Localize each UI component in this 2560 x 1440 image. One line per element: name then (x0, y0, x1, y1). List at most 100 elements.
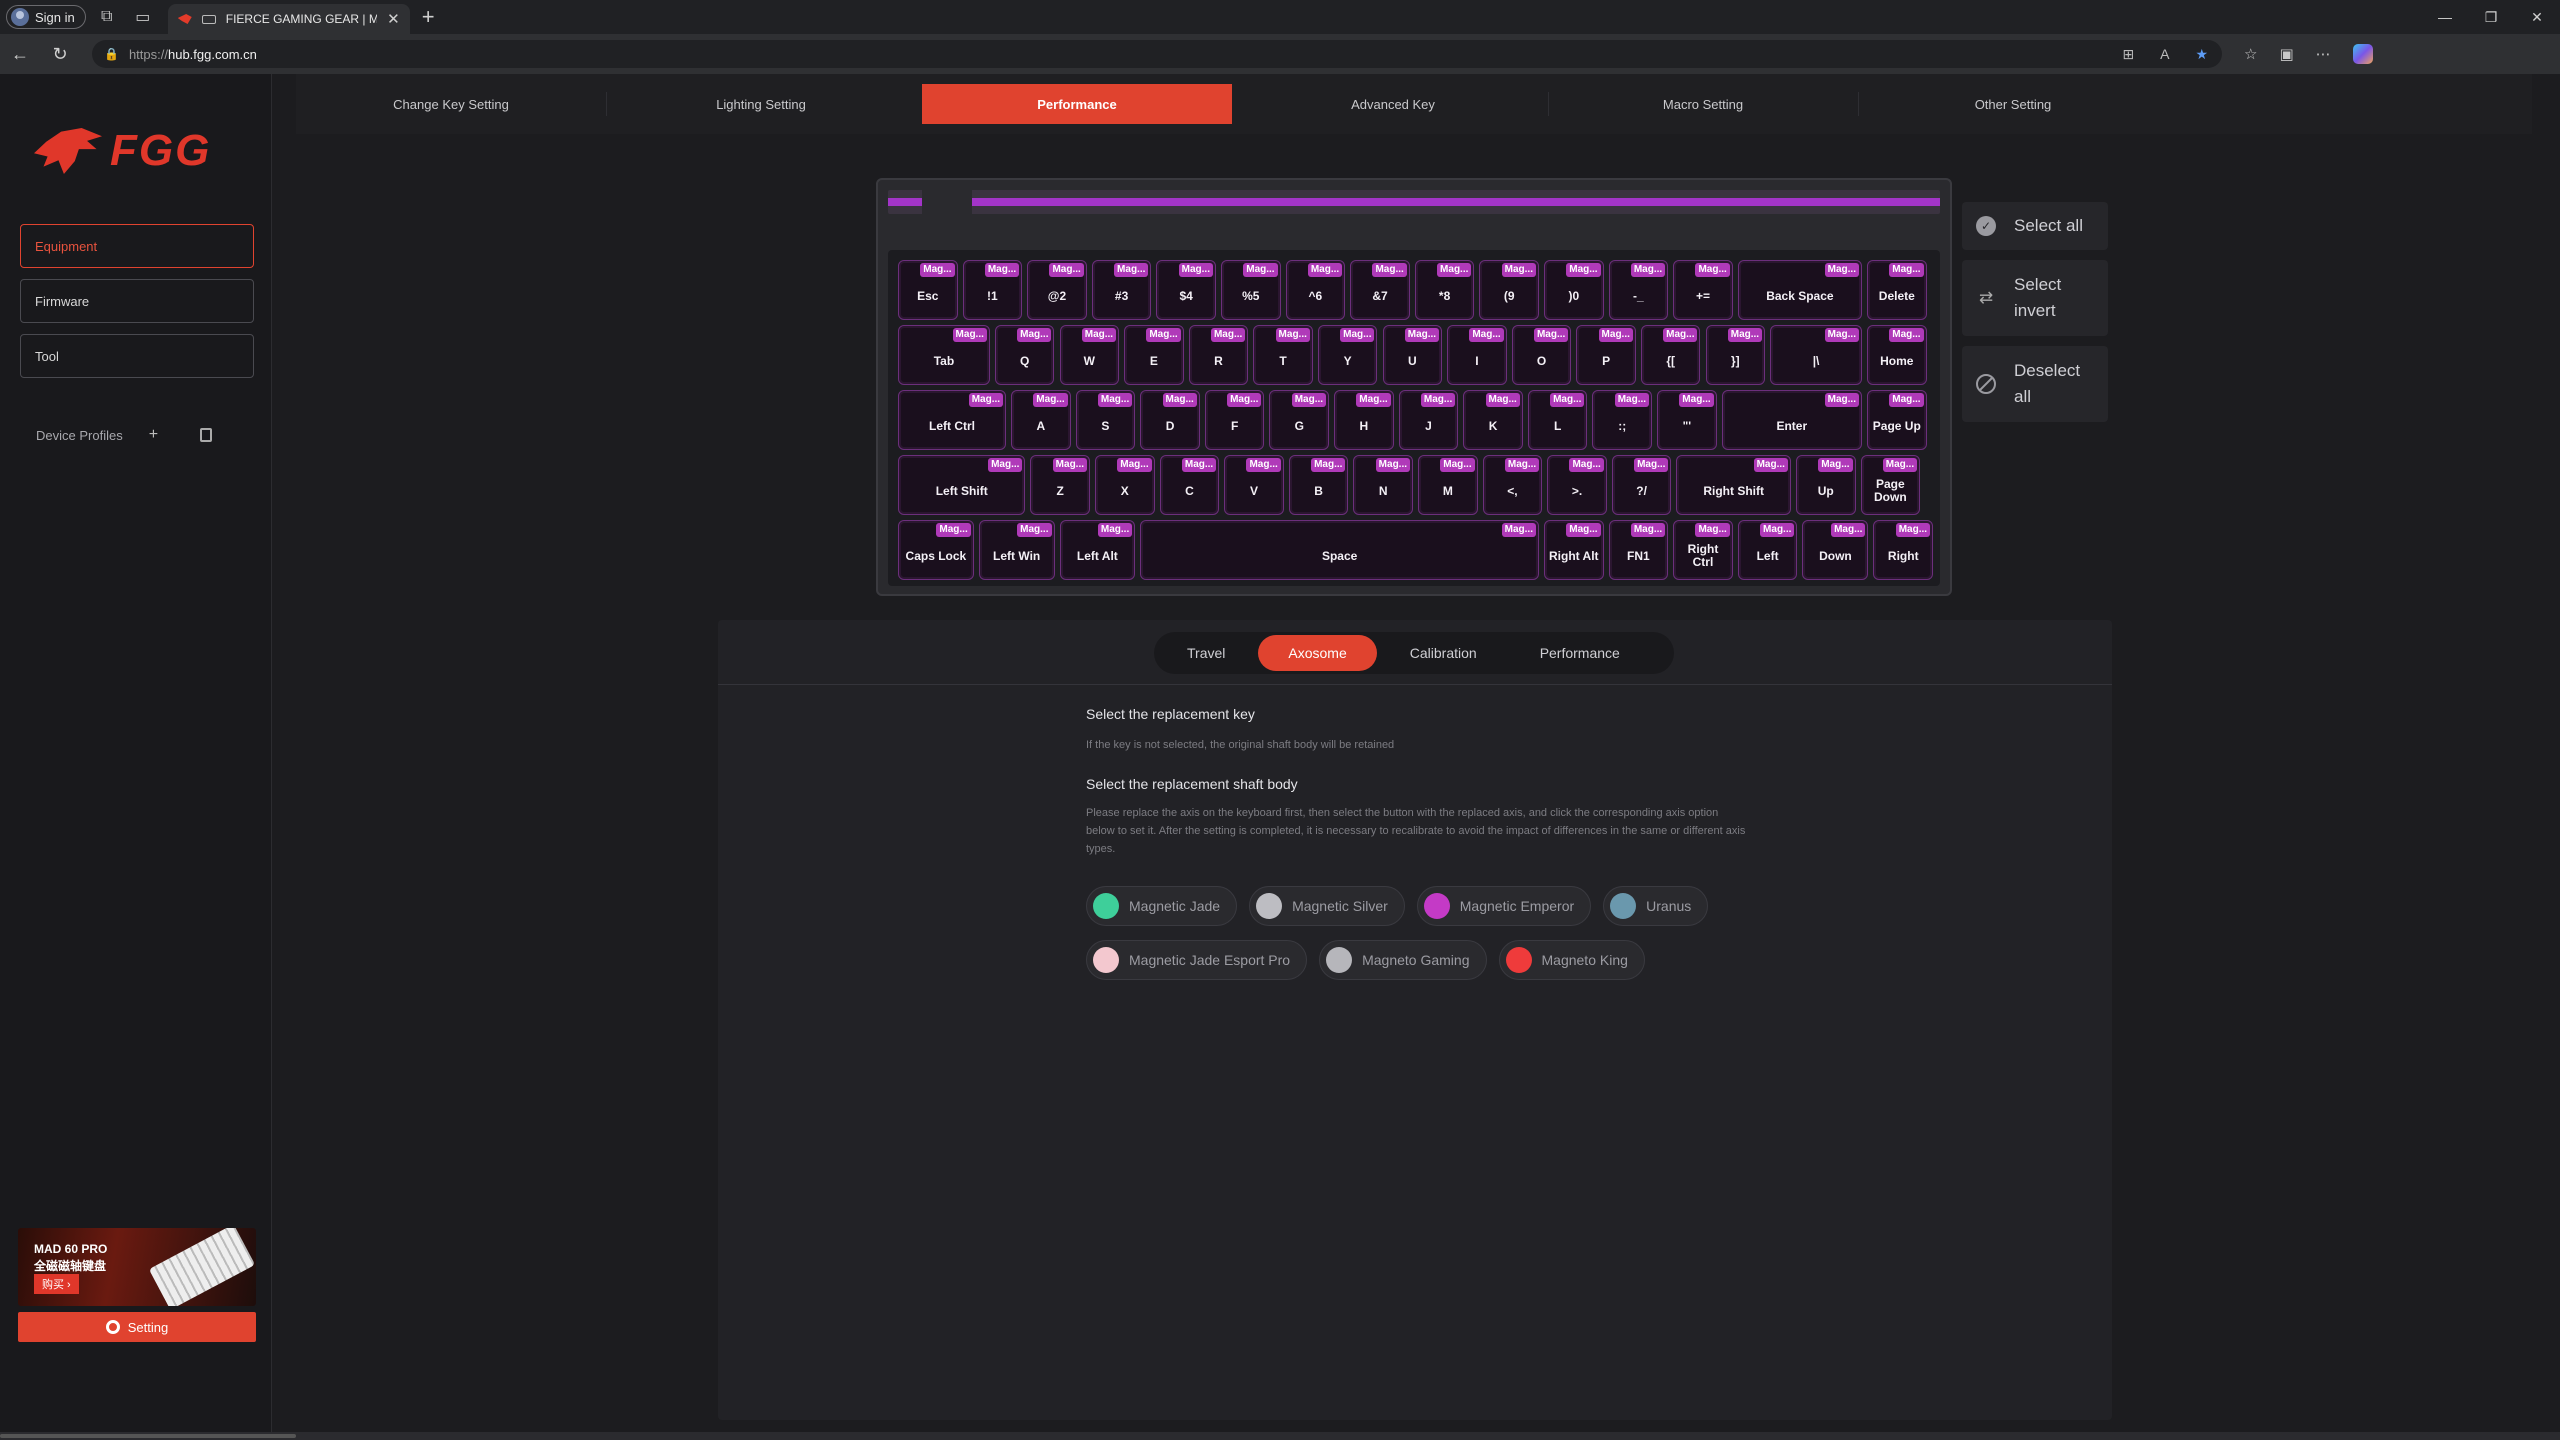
setting-button[interactable]: Setting (18, 1312, 256, 1342)
key-back-space[interactable]: Mag... Back Space (1737, 260, 1862, 320)
key-a[interactable]: Mag... A (1011, 390, 1071, 450)
key-5[interactable]: Mag... %5 (1221, 260, 1281, 320)
key-left[interactable]: Mag... Left (1737, 520, 1798, 580)
key-page-down[interactable]: Mag... Page Down (1860, 455, 1921, 515)
key-right[interactable]: Mag... Right (1873, 520, 1934, 580)
key-7[interactable]: Mag... &7 (1350, 260, 1410, 320)
horizontal-scrollbar[interactable] (0, 1432, 2560, 1440)
key-k[interactable]: Mag... K (1463, 390, 1523, 450)
key-symbol[interactable]: Mag...:; (1592, 390, 1653, 450)
key-1[interactable]: Mag... !1 (962, 260, 1023, 320)
url-field[interactable]: 🔒 https://hub.fgg.com.cn ⊞ A ★ (92, 40, 2222, 68)
key-p[interactable]: Mag... P (1576, 325, 1636, 385)
copilot-icon[interactable] (2352, 44, 2373, 64)
key-v[interactable]: Mag... V (1224, 455, 1284, 515)
key-l[interactable]: Mag... L (1527, 390, 1588, 450)
key-9[interactable]: Mag... (9 (1479, 260, 1539, 320)
favorite-star-icon[interactable]: ★ (2195, 46, 2208, 63)
key-tab[interactable]: Mag... Tab (898, 325, 990, 385)
restore-icon[interactable]: ❐ (2468, 0, 2514, 34)
key-delete[interactable]: Mag... Delete (1867, 260, 1927, 320)
key-o[interactable]: Mag... O (1511, 325, 1572, 385)
key-d[interactable]: Mag... D (1140, 390, 1200, 450)
close-window-icon[interactable]: ✕ (2514, 0, 2560, 34)
tab-lighting-setting[interactable]: Lighting Setting (606, 84, 916, 124)
select-all-button[interactable]: ✓ Select all (1962, 202, 2108, 250)
key-h[interactable]: Mag... H (1334, 390, 1394, 450)
subtab-performance[interactable]: Performance (1510, 635, 1650, 671)
workspaces-icon[interactable]: ⧉ (92, 2, 122, 32)
tab-performance[interactable]: Performance (922, 84, 1232, 124)
switch-option-uranus[interactable]: Uranus (1603, 886, 1709, 926)
sidebar-item-tool[interactable]: Tool (20, 334, 254, 378)
key-8[interactable]: Mag... *8 (1414, 260, 1475, 320)
promo-buy-button[interactable]: 购买 › (34, 1274, 79, 1294)
key-symbol[interactable]: Mag... {[ (1640, 325, 1701, 385)
tab-macro-setting[interactable]: Macro Setting (1548, 84, 1858, 124)
key-i[interactable]: Mag... I (1447, 325, 1507, 385)
key-e[interactable]: Mag... E (1124, 325, 1184, 385)
key-x[interactable]: Mag... X (1095, 455, 1155, 515)
read-aloud-icon[interactable]: A (2160, 46, 2169, 63)
key-s[interactable]: Mag... S (1075, 390, 1136, 450)
new-tab-button[interactable]: + (422, 4, 435, 30)
tab-change-key-setting[interactable]: Change Key Setting (296, 84, 606, 124)
key-symbol[interactable]: Mag... <, (1482, 455, 1543, 515)
promo-banner[interactable]: MAD 60 PRO 全磁磁轴键盘 购买 › (18, 1228, 256, 1306)
key-w[interactable]: Mag... W (1059, 325, 1120, 385)
key-symbol[interactable]: Mag...}] (1705, 325, 1766, 385)
deselect-all-button[interactable]: Deselect all (1962, 346, 2108, 422)
more-menu-icon[interactable]: ⋯ (2316, 45, 2331, 63)
key-caps-lock[interactable]: Mag... Caps Lock (898, 520, 974, 580)
key-left-alt[interactable]: Mag... Left Alt (1059, 520, 1136, 580)
key-right-shift[interactable]: Mag... Right Shift (1676, 455, 1791, 515)
key-home[interactable]: Mag... Home (1867, 325, 1927, 385)
switch-option-magneto-king[interactable]: Magneto King (1498, 940, 1645, 980)
key-symbol[interactable]: Mag... "' (1657, 390, 1717, 450)
subtab-calibration[interactable]: Calibration (1380, 635, 1507, 671)
switch-option-magnetic-emperor[interactable]: Magnetic Emperor (1416, 886, 1592, 926)
key-down[interactable]: Mag... Down (1802, 520, 1869, 580)
key-t[interactable]: Mag... T (1253, 325, 1313, 385)
minimize-icon[interactable]: — (2422, 0, 2468, 34)
key-0[interactable]: Mag...)0 (1544, 260, 1604, 320)
key-symbol[interactable]: Mag... += (1673, 260, 1733, 320)
key-j[interactable]: Mag... J (1398, 390, 1459, 450)
favorites-icon[interactable]: ☆ (2244, 45, 2257, 63)
key-c[interactable]: Mag... C (1159, 455, 1220, 515)
key-4[interactable]: Mag... $4 (1156, 260, 1216, 320)
key-right-alt[interactable]: Mag... Right Alt (1544, 520, 1604, 580)
key-n[interactable]: Mag... N (1353, 455, 1414, 515)
sidebar-item-firmware[interactable]: Firmware (20, 279, 254, 323)
key-y[interactable]: Mag... Y (1317, 325, 1378, 385)
key-page-up[interactable]: Mag... Page Up (1867, 390, 1927, 450)
key-2[interactable]: Mag... @2 (1027, 260, 1087, 320)
key-g[interactable]: Mag... G (1269, 390, 1330, 450)
select-invert-button[interactable]: ⇄ Select invert (1962, 260, 2108, 336)
key-esc[interactable]: Mag... Esc (898, 260, 958, 320)
sign-in-button[interactable]: Sign in (6, 5, 86, 29)
key-z[interactable]: Mag... Z (1030, 455, 1091, 515)
key-right-ctrl[interactable]: Mag... Right Ctrl (1673, 520, 1733, 580)
sidebar-item-equipment[interactable]: Equipment (20, 224, 254, 268)
subtab-axosome[interactable]: Axosome (1258, 635, 1377, 671)
key-enter[interactable]: Mag... Enter (1721, 390, 1862, 450)
key-space[interactable]: Mag... Space (1140, 520, 1539, 580)
browser-tab[interactable]: FIERCE GAMING GEAR | MAD ✕ (167, 4, 410, 34)
key-fn1[interactable]: Mag... FN1 (1608, 520, 1669, 580)
refresh-icon[interactable]: ↻ (40, 34, 80, 74)
tab-advanced-key[interactable]: Advanced Key (1238, 84, 1548, 124)
key-symbol[interactable]: Mag... >. (1547, 455, 1607, 515)
key-u[interactable]: Mag... U (1382, 325, 1443, 385)
key-left-win[interactable]: Mag... Left Win (978, 520, 1055, 580)
key-q[interactable]: Mag... Q (994, 325, 1055, 385)
key-m[interactable]: Mag... M (1418, 455, 1478, 515)
key-up[interactable]: Mag... Up (1795, 455, 1856, 515)
tab-actions-icon[interactable]: ▭ (128, 2, 158, 32)
key-left-shift[interactable]: Mag... Left Shift (898, 455, 1026, 515)
switch-option-magneto-gaming[interactable]: Magneto Gaming (1319, 940, 1487, 980)
switch-option-magnetic-jade-esport-pro[interactable]: Magnetic Jade Esport Pro (1086, 940, 1308, 980)
app-available-icon[interactable]: ⊞ (2122, 46, 2134, 63)
key-symbol[interactable]: Mag... |\ (1770, 325, 1862, 385)
key-3[interactable]: Mag... #3 (1091, 260, 1152, 320)
